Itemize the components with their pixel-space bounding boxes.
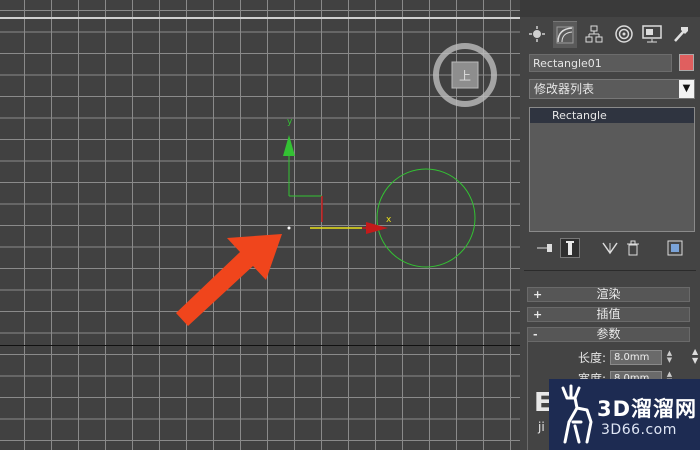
rollout-rendering[interactable]: + 渲染: [527, 287, 690, 302]
hierarchy-tab[interactable]: [582, 21, 606, 47]
watermark-url: 3D66.com: [601, 422, 677, 438]
circle-shape[interactable]: [376, 168, 476, 268]
deer-logo-icon: [561, 384, 593, 444]
annotation-arrow: [176, 234, 282, 326]
gizmo-y-arrowhead: [283, 135, 295, 156]
length-field[interactable]: 8.0mm: [610, 350, 662, 365]
display-tab[interactable]: [640, 21, 664, 47]
object-color-swatch[interactable]: [679, 54, 694, 71]
remove-modifier-icon[interactable]: [623, 238, 643, 258]
create-tab[interactable]: [525, 21, 549, 47]
length-param: 长度: 8.0mm ▲ ▼: [528, 350, 691, 366]
panel-divider: [524, 270, 696, 271]
rollout-title: 渲染: [596, 287, 621, 301]
hierarchy-icon: [585, 25, 603, 43]
watermark-partial-text: ji: [538, 420, 545, 434]
length-spinner[interactable]: ▲ ▼: [665, 350, 674, 365]
rollout-interpolation[interactable]: + 插值: [527, 307, 690, 322]
modify-curve-icon: [556, 26, 574, 44]
viewcube-face-label: 上: [459, 69, 471, 83]
monitor-icon: [642, 25, 662, 43]
modifier-stack[interactable]: Rectangle: [529, 107, 695, 232]
utilities-tab[interactable]: [669, 21, 693, 47]
stack-item-rectangle[interactable]: Rectangle: [530, 108, 694, 123]
rollout-title: 插值: [596, 307, 621, 321]
motion-disc-icon: [615, 25, 633, 43]
watermark-logo: 3D溜溜网 3D66.com: [549, 379, 700, 450]
object-name-field[interactable]: Rectangle01: [529, 54, 672, 72]
show-end-result-icon[interactable]: [560, 238, 580, 258]
chevron-down-icon[interactable]: ▼: [679, 80, 694, 98]
command-panel-tabs: [520, 17, 700, 51]
transform-gizmo[interactable]: y x: [283, 117, 392, 234]
perspective-viewport[interactable]: y x 上: [0, 0, 520, 450]
motion-tab[interactable]: [612, 21, 636, 47]
modify-tab[interactable]: [553, 21, 577, 48]
length-label: 长度:: [577, 351, 606, 365]
sun-icon: [529, 26, 545, 42]
object-pivot-point: [287, 226, 291, 230]
gizmo-x-label: x: [386, 215, 392, 225]
viewcube[interactable]: 上: [432, 42, 498, 108]
hammer-icon: [674, 27, 688, 42]
configure-modifier-sets-icon[interactable]: [665, 238, 685, 258]
modifier-list-dropdown[interactable]: 修改器列表 ▼: [529, 79, 695, 99]
pin-stack-icon[interactable]: [535, 238, 555, 258]
watermark-brand: 3D溜溜网: [597, 397, 698, 421]
modifier-list-label: 修改器列表: [534, 82, 595, 96]
modifier-stack-toolbar: [529, 238, 695, 260]
panel-scroll-arrow[interactable]: ▲ ▼: [692, 347, 698, 365]
make-unique-icon[interactable]: [600, 238, 620, 258]
gizmo-y-label: y: [287, 117, 293, 127]
